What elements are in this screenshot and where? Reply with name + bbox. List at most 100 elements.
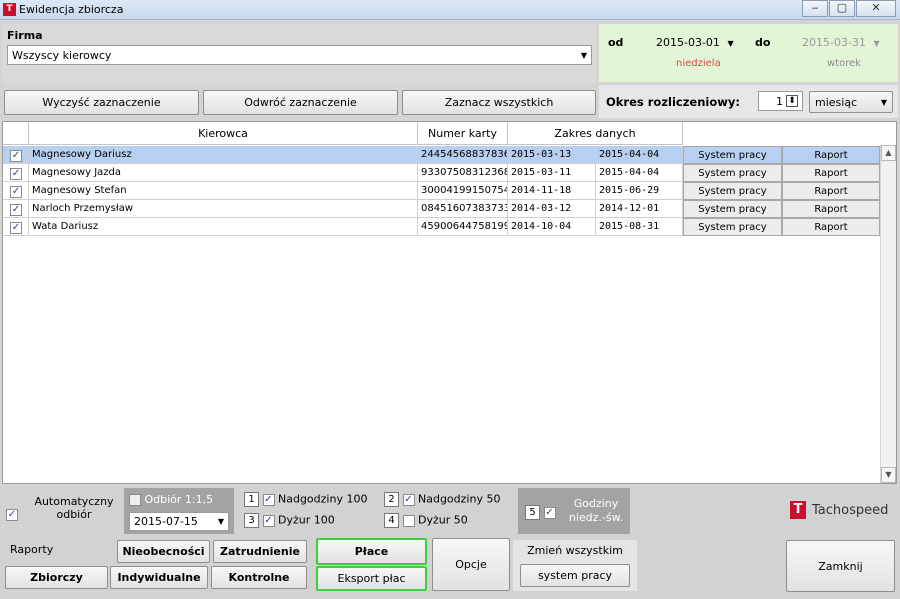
row-check-cell: ✓: [3, 146, 29, 164]
chevron-down-icon: ▼: [880, 97, 887, 107]
maximize-button[interactable]: ▢: [829, 0, 855, 17]
okres-unit-value: miesiąc: [815, 95, 858, 109]
minimize-button[interactable]: ‒: [802, 0, 828, 17]
tachospeed-logo-icon: T: [790, 501, 806, 519]
number-5-badge: 5: [525, 505, 540, 520]
row-checkbox[interactable]: ✓: [10, 222, 22, 234]
driver-name: Magnesowy Stefan: [29, 182, 418, 200]
godziny-checkbox: ✓: [543, 506, 556, 519]
okres-label: Okres rozliczeniowy:: [606, 95, 740, 109]
range-from: 2014-03-12: [508, 200, 596, 218]
range-from: 2014-11-18: [508, 182, 596, 200]
godziny-label: Godziny niedz.-św.: [568, 497, 624, 524]
zatrudnienie-button[interactable]: Zatrudnienie: [213, 540, 307, 563]
odbior-date-picker[interactable]: 2015-07-15 ▼: [129, 512, 229, 531]
bottom-bar: Raporty Nieobecności Zatrudnienie Zbiorc…: [0, 535, 900, 599]
place-button[interactable]: Płace: [316, 538, 427, 565]
table-row[interactable]: ✓ Magnesowy Stefan 30004199150754 2014-11-1…: [3, 182, 880, 200]
drivers-table: Kierowca Numer karty Zakres danych ✓ Magn…: [2, 121, 897, 484]
godziny-option[interactable]: 5 ✓: [525, 505, 556, 520]
window-title: Ewidencja zbiorcza: [19, 3, 124, 16]
raport-button[interactable]: Raport: [782, 146, 880, 164]
scroll-up-icon[interactable]: ▲: [881, 145, 896, 161]
godziny-panel: 5 ✓ Godziny niedz.-św.: [518, 488, 630, 534]
system-pracy-button[interactable]: System pracy: [683, 218, 782, 236]
nadgodziny100-checkbox: ✓: [262, 493, 275, 506]
zamknij-button[interactable]: Zamknij: [786, 540, 895, 592]
row-checkbox[interactable]: ✓: [10, 186, 22, 198]
nieobecnosci-button[interactable]: Nieobecności: [117, 540, 210, 563]
system-pracy-button[interactable]: System pracy: [683, 146, 782, 164]
table-header-check: [3, 122, 29, 145]
date-panel: od 2015-03-01 ▼ niedziela do 2015-03-31 …: [599, 24, 898, 82]
raport-button[interactable]: Raport: [782, 218, 880, 236]
brand-name: Tachospeed: [812, 503, 889, 518]
chevron-down-icon: ▼: [217, 517, 224, 526]
vertical-scrollbar[interactable]: ▲ ▼: [880, 145, 896, 483]
spinner-arrows-icon[interactable]: ⬍: [786, 95, 798, 107]
nadgodziny50-checkbox: ✓: [402, 493, 415, 506]
main-area: Firma Wszyscy kierowcy ▼ od 2015-03-01 ▼…: [0, 20, 900, 599]
system-pracy-button[interactable]: System pracy: [683, 164, 782, 182]
do-label: do: [755, 36, 771, 49]
table-row[interactable]: ✓ Magnesowy Jazda 93307508312368 2015-03-11…: [3, 164, 880, 182]
table-header-range[interactable]: Zakres danych: [508, 122, 683, 145]
auto-odbior-checkbox[interactable]: ✓: [6, 508, 18, 521]
number-4-badge: 4: [384, 513, 399, 528]
okres-unit-select[interactable]: miesiąc ▼: [809, 91, 893, 113]
system-pracy-button[interactable]: System pracy: [683, 200, 782, 218]
table-header-kierowca[interactable]: Kierowca: [29, 122, 418, 145]
nadgodziny50-label: Nadgodziny 50: [418, 492, 501, 506]
row-checkbox[interactable]: ✓: [10, 150, 22, 162]
auto-odbior-label: Automatyczny odbiór: [34, 495, 114, 521]
close-window-button[interactable]: ✕: [856, 0, 896, 17]
raport-button[interactable]: Raport: [782, 200, 880, 218]
scroll-down-icon[interactable]: ▼: [881, 467, 896, 483]
firma-select[interactable]: Wszyscy kierowcy ▼: [7, 45, 592, 65]
invert-selection-button[interactable]: Odwróć zaznaczenie: [203, 90, 398, 115]
driver-name: Narloch Przemysław: [29, 200, 418, 218]
od-date-picker[interactable]: 2015-03-01 ▼: [656, 36, 734, 49]
dyzur50-checkbox: [402, 514, 415, 527]
number-1-badge: 1: [244, 492, 259, 507]
row-checkbox[interactable]: ✓: [10, 168, 22, 180]
zbiorczy-button[interactable]: Zbiorczy: [5, 566, 108, 589]
options-bar: ✓ Automatyczny odbiór Odbiór 1:1,5 2015-…: [0, 487, 900, 535]
range-to: 2015-08-31: [596, 218, 683, 236]
raport-button[interactable]: Raport: [782, 182, 880, 200]
title-bar: T Ewidencja zbiorcza ‒ ▢ ✕: [0, 0, 900, 20]
opcje-button[interactable]: Opcje: [432, 538, 510, 591]
card-number: 30004199150754: [418, 182, 508, 200]
indywidualne-button[interactable]: Indywidualne: [110, 566, 208, 589]
dyzur100-checkbox: ✓: [262, 514, 275, 527]
nadgodziny100-option[interactable]: 1 ✓ Nadgodziny 100: [244, 492, 367, 507]
odbior-date-value: 2015-07-15: [134, 515, 198, 528]
system-pracy-all-button[interactable]: system pracy: [520, 564, 630, 587]
eksport-place-button[interactable]: Eksport płac: [316, 566, 427, 591]
row-checkbox[interactable]: ✓: [10, 204, 22, 216]
range-to: 2015-06-29: [596, 182, 683, 200]
odbior-option[interactable]: Odbiór 1:1,5: [129, 493, 213, 506]
table-row[interactable]: ✓ Narloch Przemysław 08451607383733 2014-03…: [3, 200, 880, 218]
do-date-picker[interactable]: 2015-03-31 ▼: [802, 36, 880, 49]
number-3-badge: 3: [244, 513, 259, 528]
table-row[interactable]: ✓ Wata Dariusz 45900644758199 2014-10-04 201…: [3, 218, 880, 236]
range-to: 2014-12-01: [596, 200, 683, 218]
nadgodziny50-option[interactable]: 2 ✓ Nadgodziny 50: [384, 492, 500, 507]
table-row[interactable]: ✓ Magnesowy Dariusz 24454568837836 2015-03-…: [3, 146, 880, 164]
system-pracy-button[interactable]: System pracy: [683, 182, 782, 200]
dyzur100-option[interactable]: 3 ✓ Dyżur 100: [244, 513, 335, 528]
odbior-panel: Odbiór 1:1,5 2015-07-15 ▼: [124, 488, 234, 534]
zmien-panel: Zmień wszystkim system pracy: [513, 540, 637, 591]
okres-spinner[interactable]: 1 ⬍: [758, 91, 803, 111]
kontrolne-button[interactable]: Kontrolne: [211, 566, 307, 589]
range-to: 2015-04-04: [596, 164, 683, 182]
select-all-button[interactable]: Zaznacz wszystkich: [402, 90, 596, 115]
row-check-cell: ✓: [3, 218, 29, 236]
raport-button[interactable]: Raport: [782, 164, 880, 182]
table-header-card[interactable]: Numer karty: [418, 122, 508, 145]
clear-selection-button[interactable]: Wyczyść zaznaczenie: [4, 90, 199, 115]
range-from: 2015-03-11: [508, 164, 596, 182]
dyzur50-label: Dyżur 50: [418, 513, 468, 527]
dyzur50-option[interactable]: 4 Dyżur 50: [384, 513, 468, 528]
